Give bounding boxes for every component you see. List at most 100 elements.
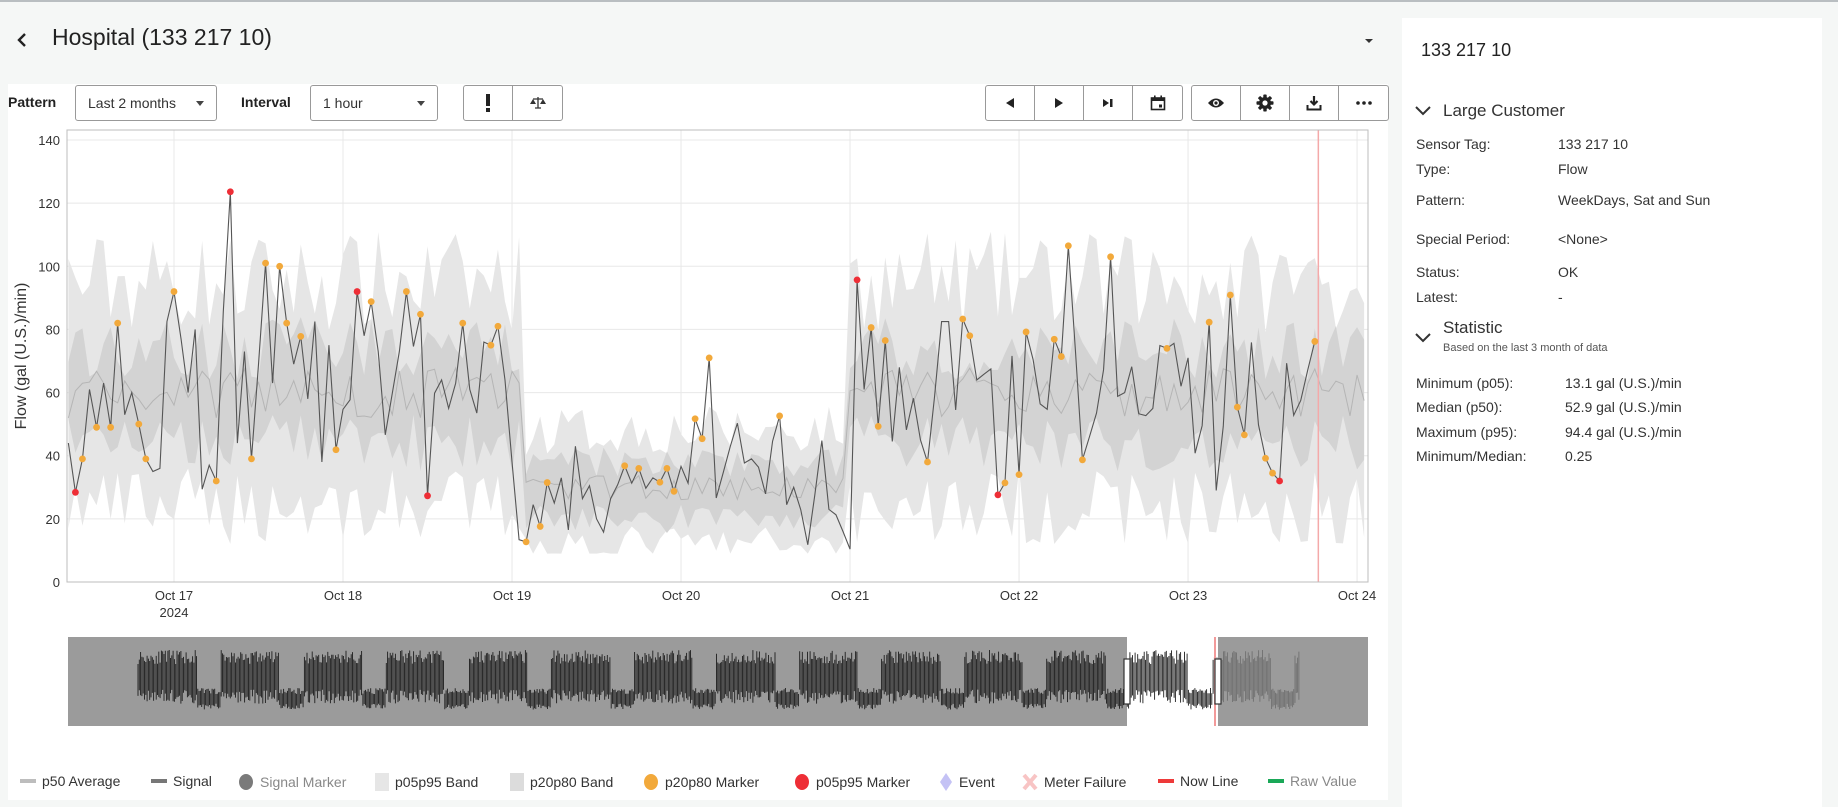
stat-label: Median (p50):: [1416, 399, 1503, 415]
p20p80-marker[interactable]: [670, 487, 678, 495]
p20p80-marker[interactable]: [79, 455, 86, 463]
p20p80-marker[interactable]: [705, 354, 713, 362]
p20p80-marker[interactable]: [881, 337, 889, 344]
p20p80-marker[interactable]: [142, 455, 150, 463]
navigator[interactable]: [68, 637, 1368, 726]
p20p80-marker[interactable]: [1050, 335, 1058, 343]
y-tick-label: 0: [53, 575, 60, 590]
legend-item-signal-marker[interactable]: Signal Marker: [238, 773, 346, 791]
x-tick-label: Oct 19: [493, 588, 531, 603]
stat-value: 0.25: [1565, 448, 1593, 464]
large-customer-section-toggle[interactable]: Large Customer: [1414, 98, 1614, 124]
p20p80-marker[interactable]: [867, 324, 875, 331]
p20p80-marker[interactable]: [698, 435, 706, 443]
p20p80-marker[interactable]: [283, 319, 291, 327]
p20p80-marker[interactable]: [1240, 431, 1248, 439]
p20p80-marker[interactable]: [1079, 456, 1086, 464]
p20p80-marker[interactable]: [297, 332, 305, 340]
legend-label: p05p95 Marker: [816, 774, 911, 790]
p20p80-marker[interactable]: [1057, 353, 1065, 360]
p20p80-marker[interactable]: [1015, 471, 1023, 479]
p20p80-marker[interactable]: [1064, 242, 1072, 250]
p20p80-marker[interactable]: [135, 420, 143, 428]
p20p80-marker[interactable]: [276, 262, 284, 270]
p20p80-marker[interactable]: [543, 479, 551, 486]
x-tick-sublabel: 2024: [160, 605, 189, 620]
flow-chart[interactable]: 0 20 40 60 80 100 120 140 Oct 17 2024 Oct 18 Oct 19…: [0, 0, 1400, 760]
stat-value: 52.9 gal (U.S.)/min: [1565, 399, 1682, 415]
p20p80-marker[interactable]: [417, 310, 424, 318]
legend-item-raw-value[interactable]: Raw Value: [1268, 773, 1357, 789]
legend-item-p50-average[interactable]: p50 Average: [20, 773, 120, 789]
p20p80-marker[interactable]: [1022, 328, 1030, 336]
legend-item-p05p95-marker[interactable]: p05p95 Marker: [794, 773, 910, 791]
legend-item-p20p80-marker[interactable]: p20p80 Marker: [643, 773, 759, 791]
p05p95-marker[interactable]: [424, 492, 431, 500]
p20p80-marker[interactable]: [1269, 469, 1276, 477]
p20p80-marker[interactable]: [1205, 318, 1213, 326]
p05p95-marker[interactable]: [226, 188, 234, 196]
y-tick-label: 80: [46, 322, 60, 337]
p20p80-marker[interactable]: [1226, 291, 1234, 299]
p20p80-marker[interactable]: [663, 464, 671, 472]
p20p80-marker[interactable]: [114, 319, 122, 327]
p20p80-marker[interactable]: [635, 464, 643, 472]
p20p80-marker[interactable]: [93, 423, 100, 431]
stat-label: Minimum/Median:: [1416, 448, 1527, 464]
legend-item-event[interactable]: Event: [939, 773, 995, 791]
p20p80-marker[interactable]: [367, 298, 375, 306]
p20p80-marker[interactable]: [459, 319, 467, 327]
p05p95-marker[interactable]: [994, 491, 1002, 499]
p20p80-marker[interactable]: [1001, 479, 1009, 487]
navigator-handle-left[interactable]: [1123, 658, 1131, 705]
p20p80-marker[interactable]: [212, 477, 220, 485]
p20p80-marker[interactable]: [959, 315, 967, 323]
legend-swatch-icon: [1022, 773, 1044, 791]
legend-label: p20p80 Band: [530, 774, 614, 790]
p05p95-marker[interactable]: [353, 288, 361, 295]
p20p80-marker[interactable]: [522, 538, 530, 546]
p20p80-marker[interactable]: [332, 446, 340, 454]
p20p80-marker[interactable]: [1311, 338, 1319, 345]
p05p95-marker[interactable]: [1276, 477, 1284, 485]
p20p80-marker[interactable]: [1262, 454, 1269, 462]
y-axis-label: Flow (gal (U.S.)/min): [13, 283, 30, 430]
legend-swatch-icon: [20, 777, 42, 785]
p20p80-marker[interactable]: [170, 288, 178, 295]
y-tick-label: 20: [46, 512, 60, 527]
x-tick-label: Oct 22: [1000, 588, 1038, 603]
p20p80-marker[interactable]: [494, 322, 502, 330]
p20p80-marker[interactable]: [1107, 253, 1114, 261]
legend-item-p20p80-band[interactable]: p20p80 Band: [510, 773, 613, 791]
p20p80-marker[interactable]: [107, 423, 115, 431]
navigator-handle-right[interactable]: [1214, 658, 1222, 705]
legend-label: Signal Marker: [260, 774, 347, 790]
field-label: Status:: [1416, 264, 1460, 280]
p20p80-marker[interactable]: [1163, 344, 1171, 352]
y-tick-label: 120: [38, 196, 60, 211]
p20p80-marker[interactable]: [1233, 403, 1241, 411]
p20p80-marker[interactable]: [621, 462, 629, 470]
legend-swatch-icon: [510, 773, 530, 791]
p20p80-marker[interactable]: [487, 341, 495, 349]
p05p95-marker[interactable]: [853, 276, 861, 284]
p20p80-marker[interactable]: [248, 455, 255, 463]
p20p80-marker[interactable]: [262, 259, 269, 267]
p20p80-marker[interactable]: [776, 412, 784, 420]
legend-item-signal[interactable]: Signal: [151, 773, 212, 789]
statistic-section-toggle[interactable]: Statistic Based on the last 3 month of d…: [1414, 318, 1654, 362]
p20p80-marker[interactable]: [691, 415, 699, 423]
x-tick-label: Oct 21: [831, 588, 869, 603]
legend-label: Event: [959, 774, 995, 790]
p20p80-marker[interactable]: [874, 422, 882, 430]
p20p80-marker[interactable]: [656, 478, 664, 486]
p20p80-marker[interactable]: [402, 288, 410, 295]
legend-item-now-line[interactable]: Now Line: [1158, 773, 1238, 789]
legend-item-meter-failure[interactable]: Meter Failure: [1022, 773, 1126, 791]
p20p80-marker[interactable]: [536, 523, 544, 530]
legend-item-p05p95-band[interactable]: p05p95 Band: [375, 773, 478, 791]
p20p80-marker[interactable]: [924, 458, 931, 466]
stat-value: 94.4 gal (U.S.)/min: [1565, 424, 1682, 440]
p20p80-marker[interactable]: [966, 332, 974, 340]
p05p95-marker[interactable]: [72, 488, 79, 496]
